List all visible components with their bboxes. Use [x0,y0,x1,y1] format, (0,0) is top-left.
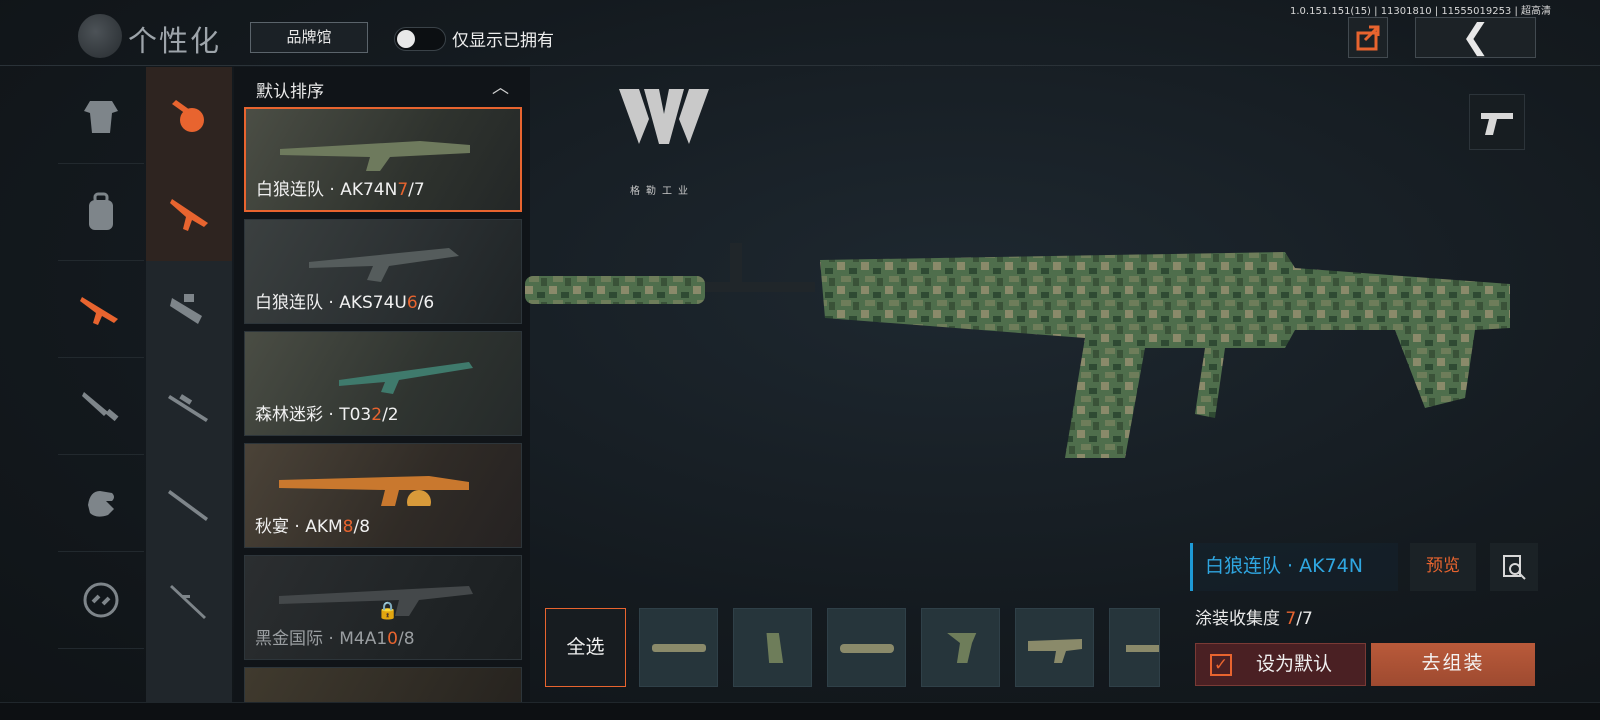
part-suppressor[interactable] [639,608,718,687]
skin-label: 秋宴 · AKM8/8 [255,517,371,537]
footer-strip [0,702,1600,720]
category-smg[interactable] [146,261,232,358]
weapon-thumbnail-icon [280,141,470,171]
skin-list: 默认排序 ︿ 白狼连队 · AK74N7/7 白狼连队 · AKS74U6/6 … [234,67,530,710]
inspect-icon [1503,555,1526,580]
category-sniper[interactable] [146,358,232,455]
part-magazine[interactable] [733,608,812,687]
grenade-icon [172,99,204,132]
share-button[interactable] [1348,17,1388,58]
owned-only-toggle[interactable] [394,27,446,51]
collection-progress: 涂装收集度 7/7 [1195,609,1313,629]
sniper-icon [168,393,208,422]
toggle-knob [397,30,415,48]
skin-item-aks74u[interactable]: 白狼连队 · AKS74U6/6 [244,219,522,324]
skin-item-m4a1[interactable]: 🔒 黑金国际 · M4A10/8 [244,555,522,660]
assault-rifle-icon [170,198,208,231]
category-rifle[interactable] [58,261,144,358]
page-title: 个性化 [128,24,222,58]
version-info: 1.0.151.151(15) | 11301810 | 11555019253… [1290,6,1552,17]
weapon-thumbnail-icon [279,476,469,506]
inspect-button[interactable] [1490,543,1538,591]
smg-icon [170,293,202,324]
magazine-icon [766,633,784,663]
pistol-icon [1481,113,1513,135]
part-handguard[interactable] [827,608,906,687]
brand-name: 格勒工业 [630,186,694,197]
lock-icon: 🔒 [377,601,399,621]
checkmark-icon[interactable]: ✓ [1210,654,1232,676]
category-bolt-rifle[interactable] [146,552,232,649]
gloves-icon [88,491,114,517]
suppressor-icon [652,644,706,652]
back-button[interactable]: ❮ [1415,17,1536,58]
category-rail-secondary [146,67,232,710]
category-outfit[interactable] [58,67,144,164]
skin-item-ak74n[interactable]: 白狼连队 · AK74N7/7 [244,107,522,212]
skin-item-akm[interactable]: 秋宴 · AKM8/8 [244,443,522,548]
skin-label: 森林迷彩 · T032/2 [255,405,399,425]
set-default-label: 设为默认 [1256,653,1333,675]
category-knife[interactable] [58,358,144,455]
brand-logo-icon [619,89,709,144]
sort-dropdown[interactable]: 默认排序 [256,77,324,102]
category-backpack[interactable] [58,164,144,261]
handguard-icon [840,644,894,653]
preview-button[interactable]: 预览 [1410,543,1476,591]
category-marksman-rifle[interactable] [146,455,232,552]
part-stock[interactable] [1015,608,1094,687]
weapon-title: 白狼连队 · AK74N [1190,543,1398,591]
customization-screen: { "header": { "title": "个性化", "brand_hal… [0,0,1600,720]
weapon-model-icon [525,243,1510,458]
part-grip[interactable] [921,608,1000,687]
back-chevron-icon: ❮ [1461,17,1490,57]
link-icon [83,582,119,618]
globe-logo-icon [78,14,122,58]
select-all-button[interactable]: 全选 [545,608,626,687]
grip-icon [947,633,977,663]
category-assault-rifle[interactable] [146,164,232,261]
outfit-icon [84,101,118,133]
category-link[interactable] [58,552,144,649]
share-icon [1356,25,1380,51]
top-bar: 个性化 品牌馆 仅显示已拥有 1.0.151.151(15) | 1130181… [0,0,1600,66]
skin-label: 黑金国际 · M4A10/8 [255,629,415,649]
backpack-icon [89,192,113,230]
weapon-preview-button[interactable] [1469,94,1525,150]
weapon-thumbnail-icon [339,362,473,394]
skin-label: 白狼连队 · AKS74U6/6 [255,293,435,313]
knife-icon [82,392,119,422]
barrel-icon [1126,645,1159,652]
category-grenade[interactable] [146,67,232,164]
part-barrel[interactable] [1109,608,1160,687]
stock-icon [1028,639,1082,663]
skin-item-t03[interactable]: 森林迷彩 · T032/2 [244,331,522,436]
rifle-icon [80,297,118,325]
chevron-up-icon[interactable]: ︿ [492,73,509,98]
assemble-button[interactable]: 去组装 [1371,643,1535,686]
marksman-rifle-icon [168,489,208,521]
owned-only-label: 仅显示已拥有 [452,31,554,51]
category-gloves[interactable] [58,455,144,552]
skin-label: 白狼连队 · AK74N7/7 [256,180,425,200]
weapon-thumbnail-icon [309,248,459,282]
brand-hall-button[interactable]: 品牌馆 [250,22,368,53]
set-default-button[interactable]: ✓ 设为默认 [1195,643,1366,686]
bolt-rifle-icon [170,584,206,619]
category-rail-primary [58,67,146,710]
